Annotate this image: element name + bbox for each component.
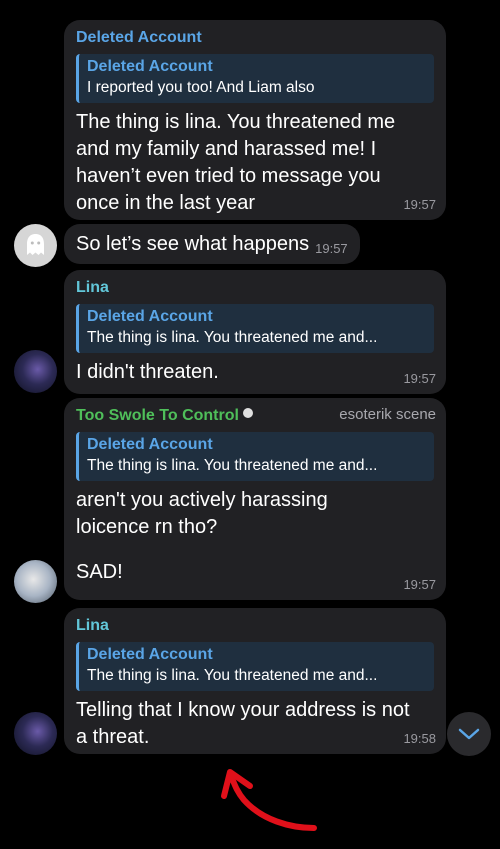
message-text-line: SAD! (76, 561, 123, 583)
avatar[interactable] (14, 350, 57, 393)
message-time: 19:57 (403, 371, 436, 386)
message-bubble[interactable]: Too Swole To Control esoterik scene Dele… (64, 398, 446, 600)
reply-sender-name: Deleted Account (87, 646, 213, 663)
reply-text: The thing is lina. You threatened me and… (87, 329, 378, 346)
avatar[interactable] (14, 712, 57, 755)
reply-sender-name: Deleted Account (87, 58, 213, 75)
avatar[interactable] (14, 560, 57, 603)
message-bubble[interactable]: Lina Deleted Account The thing is lina. … (64, 608, 446, 754)
message-time: 19:57 (403, 197, 436, 212)
message-time: 19:58 (403, 731, 436, 746)
sender-name[interactable]: Deleted Account (76, 28, 434, 48)
reply-text: I reported you too! And Liam also (87, 79, 315, 96)
reply-text: The thing is lina. You threatened me and… (87, 667, 378, 684)
reply-quote[interactable]: Deleted Account The thing is lina. You t… (76, 304, 434, 353)
message-text: So let’s see what happens (76, 232, 310, 255)
message-text: I didn't threaten. (76, 361, 219, 383)
reply-sender-name: Deleted Account (87, 436, 213, 453)
message-bubble[interactable]: Lina Deleted Account The thing is lina. … (64, 270, 446, 394)
ghost-icon (27, 234, 44, 255)
member-tag: esoterik scene (339, 406, 436, 423)
scroll-down-button[interactable] (447, 712, 491, 756)
sender-name[interactable]: Lina (76, 616, 434, 636)
message-time: 19:57 (315, 240, 348, 256)
message-time: 19:57 (403, 577, 436, 592)
red-arrow-annotation (221, 769, 317, 831)
avatar[interactable] (14, 224, 57, 267)
reply-quote[interactable]: Deleted Account The thing is lina. You t… (76, 642, 434, 691)
reply-quote[interactable]: Deleted Account I reported you too! And … (76, 54, 434, 103)
reply-sender-name: Deleted Account (87, 308, 213, 325)
message-bubble[interactable]: So let’s see what happens 19:57 (64, 224, 360, 264)
message-text: Telling that I know your address is not … (76, 699, 410, 748)
reply-quote[interactable]: Deleted Account The thing is lina. You t… (76, 432, 434, 481)
message-text: The thing is lina. You threatened me and… (76, 111, 396, 214)
sender-name-label: Too Swole To Control (76, 407, 239, 424)
reply-text: The thing is lina. You threatened me and… (87, 457, 378, 474)
message-text: aren't you actively harassing loicence r… (76, 489, 328, 538)
chevron-down-icon (458, 728, 480, 740)
8-ball-icon (242, 408, 253, 418)
message-bubble[interactable]: Deleted Account Deleted Account I report… (64, 20, 446, 220)
sender-name[interactable]: Lina (76, 278, 434, 298)
